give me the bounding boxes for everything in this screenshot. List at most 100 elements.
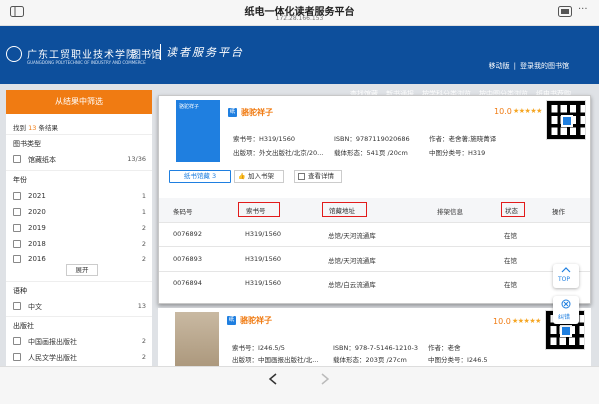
isbn: ISBN：9787119020686	[334, 135, 410, 143]
filter-label: 2018	[28, 240, 46, 248]
filter-label: 2019	[28, 224, 46, 232]
row-divider	[159, 246, 590, 247]
rating-stars: ★★★★★	[512, 317, 541, 325]
call-number-cell: H319/1560	[245, 255, 282, 263]
filter-count: 2	[141, 240, 146, 248]
divider	[6, 134, 152, 135]
checkbox-lang-chinese[interactable]	[13, 302, 21, 310]
back-chevron-icon[interactable]	[268, 373, 278, 385]
checkbox-year-2019[interactable]	[13, 224, 21, 232]
divider	[6, 281, 152, 282]
book-cover-title: 骆驼祥子	[179, 104, 200, 110]
clc-number: 中图分类号：H319	[429, 149, 486, 157]
book-title-link[interactable]: 骆驼祥子	[241, 107, 273, 118]
rating-score: 10.0	[494, 107, 512, 116]
filter-count: 1	[141, 192, 146, 200]
column-status: 状态	[501, 202, 525, 217]
book-result-card: 骆驼祥子 纸 骆驼祥子 10.0 ★★★★★ 索书号：H319/1560 ISB…	[158, 95, 591, 304]
filter-count: 13	[137, 302, 146, 310]
report-error-button[interactable]: 纠错	[553, 296, 579, 324]
checkbox-year-2016[interactable]	[13, 255, 21, 263]
browser-bottom-bar	[0, 366, 599, 404]
filter-label: 人民文学出版社	[28, 354, 77, 362]
book-title-link[interactable]: 骆驼祥子	[240, 315, 272, 326]
site-header: 广东工贸职业技术学院 GUANGDONG POLYTECHNIC OF INDU…	[0, 26, 599, 98]
rating-score: 10.0	[493, 317, 511, 326]
call-number: 索书号：H319/1560	[233, 135, 296, 143]
chevron-up-icon	[561, 267, 571, 273]
checkbox-year-2021[interactable]	[13, 192, 21, 200]
school-name-en: GUANGDONG POLYTECHNIC OF INDUSTRY AND CO…	[27, 60, 146, 65]
school-logo-icon	[6, 46, 22, 62]
status-cell: 在馆	[504, 257, 517, 265]
checkbox-paper-holdings[interactable]	[13, 155, 21, 163]
section-language: 语种	[13, 287, 27, 295]
checkbox-year-2018[interactable]	[13, 240, 21, 248]
call-number-cell: H319/1560	[245, 279, 282, 287]
row-divider	[159, 271, 590, 272]
browser-top-bar: 纸电一体化读者服务平台 172.28.166.153 ···	[0, 0, 599, 26]
school-name[interactable]: 广东工贸职业技术学院	[27, 46, 137, 61]
filter-count: 2	[141, 224, 146, 232]
clc-number: 中图分类号：I246.5	[428, 356, 488, 364]
filter-label: 馆藏纸本	[28, 156, 56, 164]
expand-button[interactable]: 展开	[66, 264, 98, 276]
result-count: 找到 13 条结果	[13, 124, 58, 132]
filter-results-button[interactable]: 从结果中筛选	[6, 90, 152, 114]
error-label: 纠错	[558, 314, 571, 321]
author: 作者：老舍著;施晓菁译	[429, 135, 497, 143]
filter-sidebar: 从结果中筛选 找到 13 条结果 图书类型 馆藏纸本 13/36 年份 2021…	[6, 90, 152, 404]
filter-label: 2020	[28, 208, 46, 216]
result-count-number: 13	[28, 124, 37, 132]
top-label: TOP	[558, 276, 571, 283]
top-links: 移动版 | 登录我的图书馆	[487, 61, 571, 71]
section-book-type: 图书类型	[13, 140, 41, 148]
location-cell: 总馆/白云流通库	[328, 281, 376, 289]
status-cell: 在馆	[504, 281, 517, 289]
location-cell: 总馆/天河流通库	[328, 257, 376, 265]
filter-count: 13/36	[127, 155, 146, 163]
checkbox-publisher-1[interactable]	[13, 337, 21, 345]
tabs-overview-icon[interactable]	[558, 6, 572, 17]
column-barcode: 条码号	[173, 208, 193, 216]
column-call-number: 索书号	[238, 202, 280, 217]
book-cover[interactable]	[175, 312, 219, 374]
platform-slogan: 读者服务平台	[166, 46, 244, 59]
more-options-icon[interactable]: ···	[578, 4, 588, 15]
paper-badge: 纸	[227, 316, 236, 325]
section-year: 年份	[13, 176, 27, 184]
filter-label: 2016	[28, 255, 46, 263]
location-cell: 总馆/天河流通库	[328, 232, 376, 240]
call-number: 索书号：I246.5/5	[232, 344, 285, 352]
address-bar-url[interactable]: 172.28.166.153	[0, 15, 599, 22]
isbn: ISBN：978-7-5146-1210-3	[333, 344, 419, 352]
sidebar-toggle-icon[interactable]	[10, 6, 24, 17]
my-library-login-link[interactable]: 登录我的图书馆	[518, 62, 571, 70]
divider	[6, 170, 152, 171]
back-to-top-button[interactable]: TOP	[553, 264, 579, 288]
physical-form: 载体形态：541页 /20cm	[334, 149, 408, 157]
filter-label: 2021	[28, 192, 46, 200]
checkbox-publisher-2[interactable]	[13, 353, 21, 361]
call-number-cell: H319/1560	[245, 230, 282, 238]
status-cell: 在馆	[504, 232, 517, 240]
column-shelf-info: 排架信息	[437, 208, 463, 216]
mobile-version-link[interactable]: 移动版	[487, 62, 512, 70]
publisher: 出版项：中国画报出版社/北...	[232, 356, 319, 364]
forward-chevron-icon[interactable]	[320, 373, 330, 385]
barcode-cell: 0076894	[173, 279, 202, 287]
section-publisher: 出版社	[13, 322, 34, 330]
filter-count: 2	[141, 255, 146, 263]
holdings-table-header	[159, 198, 590, 222]
tab-paper-holdings[interactable]: 纸书馆藏 3	[169, 170, 231, 183]
paper-badge: 纸	[228, 108, 237, 117]
library-label: 图书馆	[131, 50, 161, 61]
checkbox-year-2020[interactable]	[13, 208, 21, 216]
filter-count: 2	[141, 337, 146, 345]
header-divider	[160, 44, 161, 60]
filter-label: 中国画报出版社	[28, 338, 77, 346]
publisher: 出版项：外文出版社/北京/20...	[233, 149, 324, 157]
physical-form: 载体形态：203页 /27cm	[333, 356, 407, 364]
filter-count: 2	[141, 353, 146, 361]
filter-count: 1	[141, 208, 146, 216]
